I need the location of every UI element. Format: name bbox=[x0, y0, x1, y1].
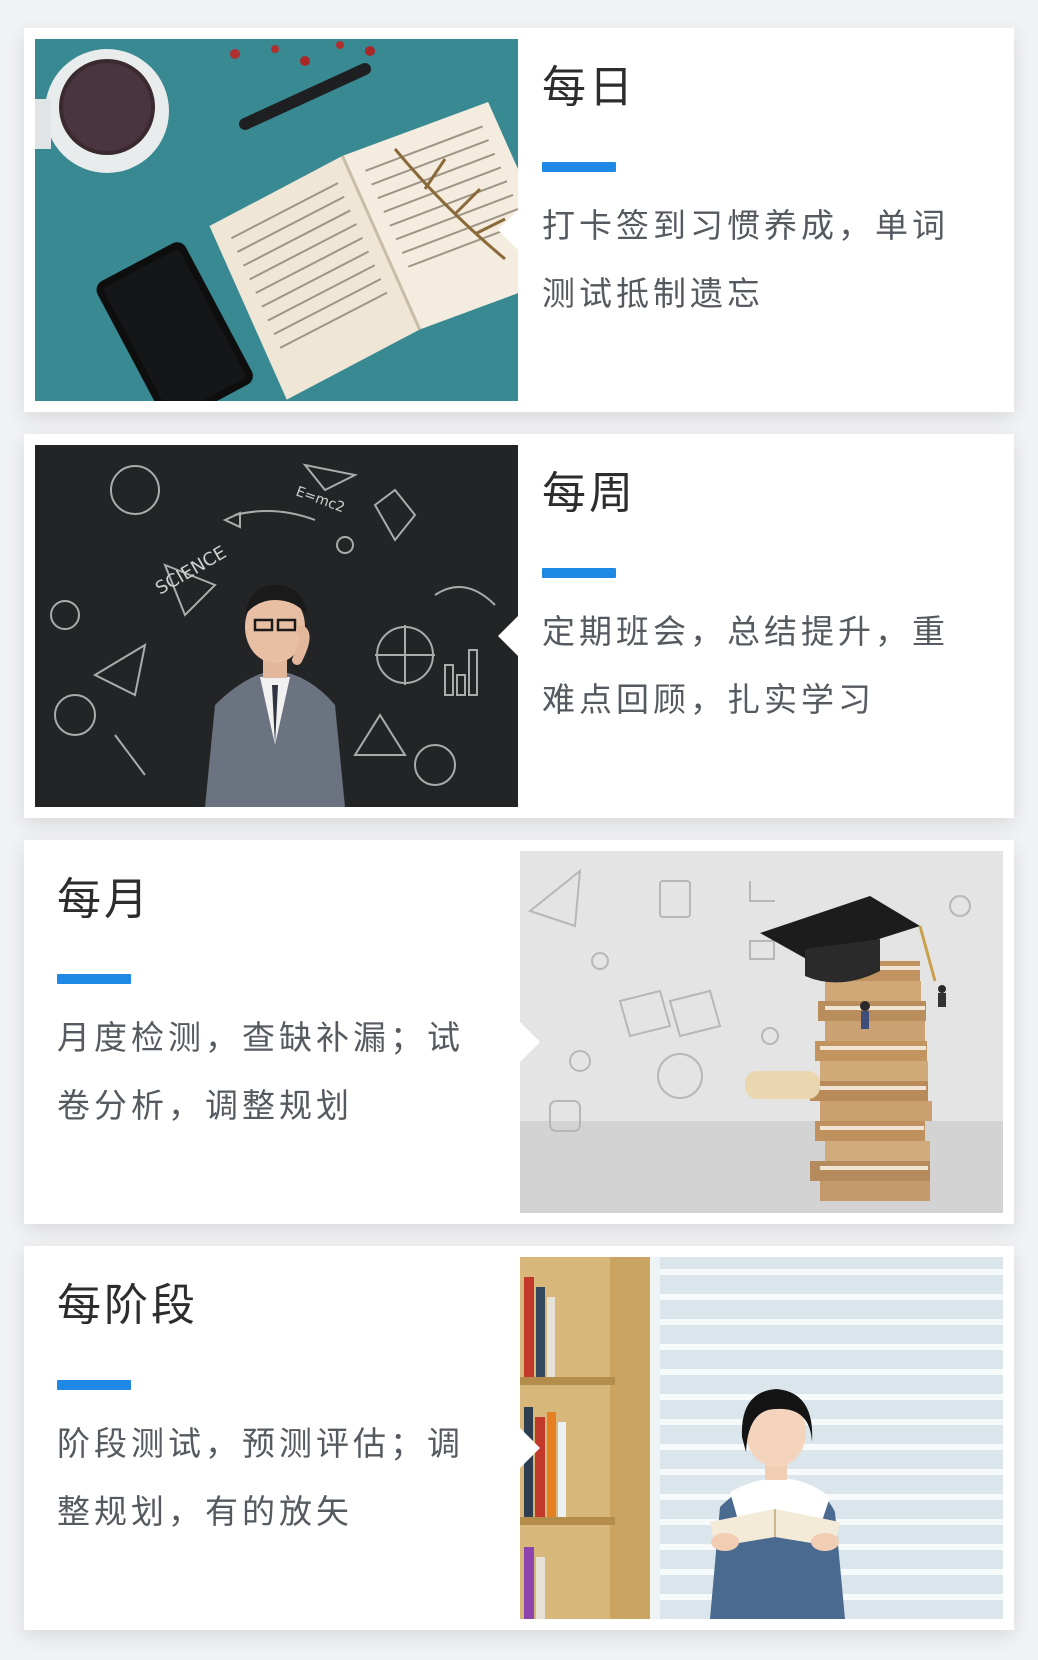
card-description: 打卡签到习惯养成，单词测试抵制遗忘 bbox=[542, 207, 949, 312]
card-pointer bbox=[520, 1022, 540, 1062]
card-description: 阶段测试，预测评估；调整规划，有的放矢 bbox=[57, 1425, 464, 1530]
card-title: 每阶段 bbox=[57, 1281, 198, 1330]
card-text: 每日 打卡签到习惯养成，单词测试抵制遗忘 bbox=[542, 28, 982, 412]
teacher-chalkboard-photo: SCIENCE E=mc2 bbox=[35, 445, 518, 807]
card-description: 定期班会，总结提升，重难点回顾，扎实学习 bbox=[542, 613, 949, 718]
accent-bar bbox=[57, 974, 131, 984]
card-pointer bbox=[498, 616, 518, 656]
card-pointer bbox=[520, 1428, 540, 1468]
book-coffee-phone-photo bbox=[35, 39, 518, 401]
card-title: 每周 bbox=[542, 469, 636, 518]
card-pointer bbox=[498, 210, 518, 250]
card-weekly[interactable]: SCIENCE E=mc2 每周 定期班会，总结提升，重难点回顾，扎实学习 bbox=[24, 434, 1014, 818]
card-text: 每阶段 阶段测试，预测评估；调整规划，有的放矢 bbox=[57, 1246, 497, 1630]
card-daily[interactable]: 每日 打卡签到习惯养成，单词测试抵制遗忘 bbox=[24, 28, 1014, 412]
graduation-books-photo bbox=[520, 851, 1003, 1213]
card-title: 每月 bbox=[57, 875, 151, 924]
card-stage[interactable]: 每阶段 阶段测试，预测评估；调整规划，有的放矢 bbox=[24, 1246, 1014, 1630]
card-description: 月度检测，查缺补漏；试卷分析，调整规划 bbox=[57, 1019, 464, 1124]
accent-bar bbox=[542, 162, 616, 172]
girl-reading-library-photo bbox=[520, 1257, 1003, 1619]
accent-bar bbox=[542, 568, 616, 578]
card-text: 每月 月度检测，查缺补漏；试卷分析，调整规划 bbox=[57, 840, 497, 1224]
card-text: 每周 定期班会，总结提升，重难点回顾，扎实学习 bbox=[542, 434, 982, 818]
card-title: 每日 bbox=[542, 63, 636, 112]
card-monthly[interactable]: 每月 月度检测，查缺补漏；试卷分析，调整规划 bbox=[24, 840, 1014, 1224]
accent-bar bbox=[57, 1380, 131, 1390]
